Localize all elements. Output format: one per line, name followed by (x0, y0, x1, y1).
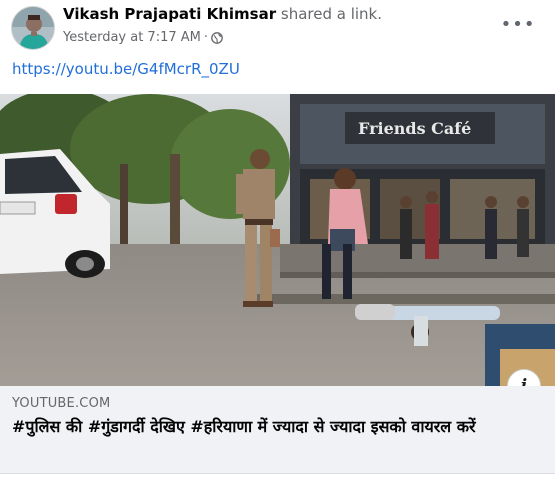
author-line: Vikash Prajapati Khimsar shared a link. (63, 5, 382, 23)
link-title[interactable]: #पुलिस की #गुंडागर्दी देखिए #हरियाणा में… (12, 416, 542, 437)
author-name[interactable]: Vikash Prajapati Khimsar (63, 5, 276, 23)
link-card[interactable]: YOUTUBE.COM #पुलिस की #गुंडागर्दी देखिए … (0, 386, 555, 474)
post-link[interactable]: https://youtu.be/G4fMcrR_0ZU (12, 60, 240, 78)
author-avatar[interactable] (11, 6, 55, 50)
link-preview-image[interactable]: Friends Café i (0, 94, 555, 386)
link-domain: YOUTUBE.COM (12, 396, 111, 411)
post-meta: Yesterday at 7:17 AM · (63, 30, 223, 45)
meta-separator: · (203, 30, 209, 45)
feed-post: Vikash Prajapati Khimsar shared a link. … (0, 0, 555, 482)
globe-icon[interactable] (211, 31, 223, 44)
cafe-sign-text: Friends Café (358, 119, 471, 138)
post-action-text: shared a link. (280, 5, 383, 23)
post-timestamp[interactable]: Yesterday at 7:17 AM (63, 30, 201, 45)
more-options-icon[interactable]: ••• (501, 12, 535, 36)
post-header: Vikash Prajapati Khimsar shared a link. … (0, 0, 555, 55)
